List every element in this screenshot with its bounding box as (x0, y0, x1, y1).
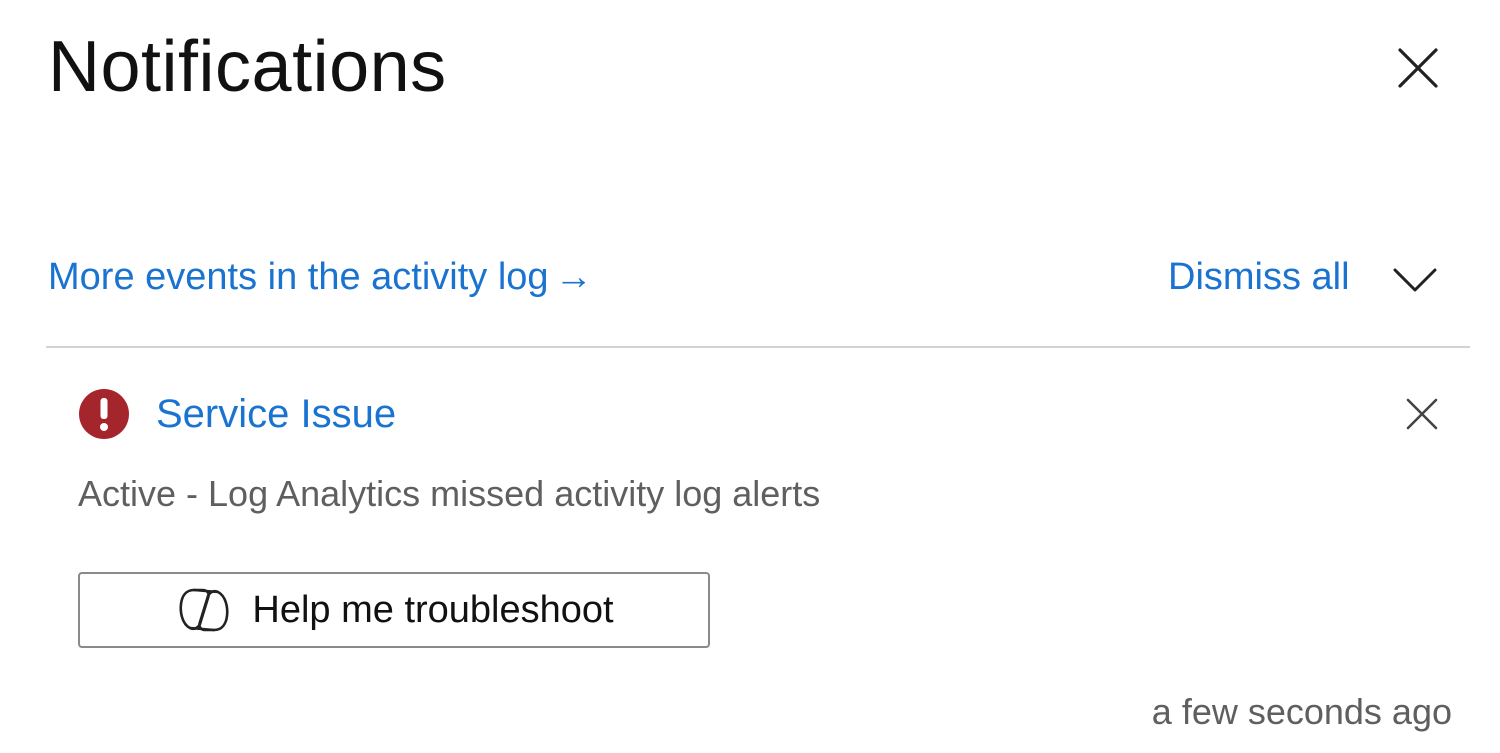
dismiss-all-button[interactable]: Dismiss all (1168, 252, 1350, 302)
panel-title: Notifications (48, 27, 447, 107)
activity-log-link[interactable]: More events in the activity log → (48, 252, 593, 302)
close-panel-icon[interactable] (1394, 44, 1442, 92)
notifications-panel: Notifications More events in the activit… (0, 0, 1500, 753)
activity-log-link-label: More events in the activity log (48, 256, 549, 298)
help-me-troubleshoot-button[interactable]: Help me troubleshoot (78, 572, 710, 648)
copilot-icon (179, 588, 229, 632)
notification-item: Service Issue Active - Log Analytics mis… (0, 348, 1500, 753)
notification-title[interactable]: Service Issue (156, 388, 396, 440)
arrow-right-icon: → (554, 256, 593, 298)
close-icon[interactable] (1402, 394, 1442, 434)
error-icon (79, 389, 129, 439)
notification-description: Active - Log Analytics missed activity l… (78, 473, 821, 514)
notification-timestamp: a few seconds ago (1151, 691, 1452, 732)
help-me-troubleshoot-label: Help me troubleshoot (252, 589, 614, 631)
chevron-down-icon[interactable] (1390, 262, 1440, 296)
